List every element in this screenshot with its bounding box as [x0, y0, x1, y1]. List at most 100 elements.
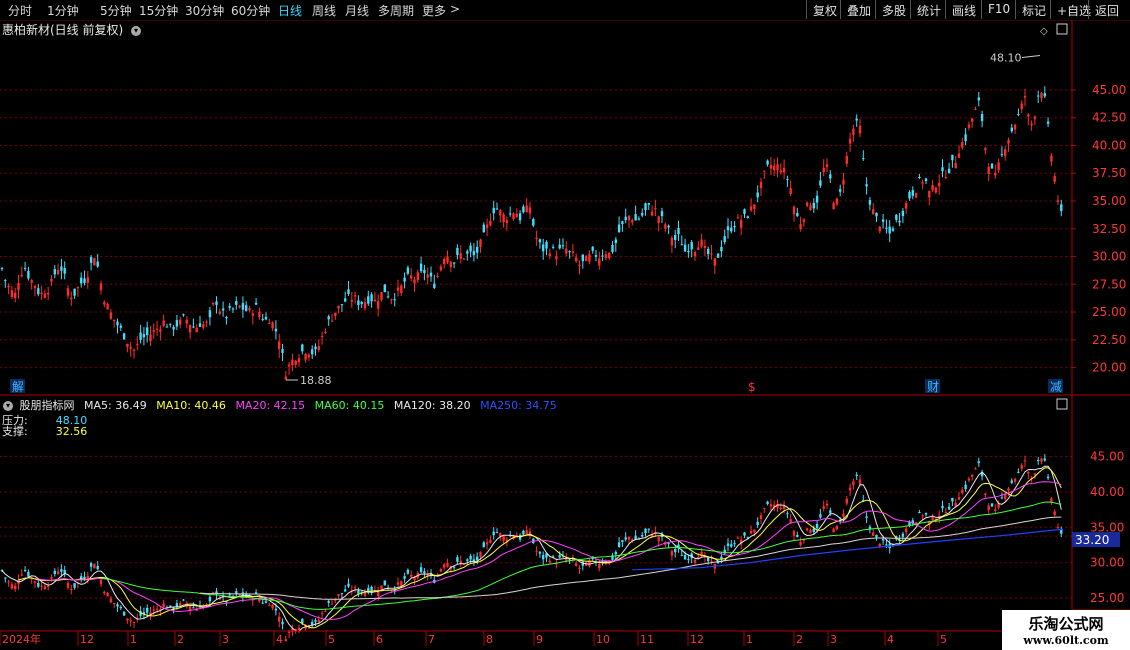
ind-candle	[987, 505, 990, 511]
ind-candle	[614, 551, 617, 555]
main-candle	[271, 322, 274, 329]
main-candle	[954, 162, 957, 169]
main-candle	[505, 220, 509, 224]
back-button[interactable]: 返回	[1088, 0, 1125, 19]
main-candle	[479, 239, 482, 248]
main-candle	[515, 213, 518, 218]
main-candle	[773, 165, 776, 170]
main-candle	[1033, 116, 1037, 120]
ind-candle	[641, 534, 644, 537]
overlay-button[interactable]: 叠加	[840, 0, 877, 19]
ind-candle	[350, 590, 353, 592]
main-candle	[443, 259, 446, 265]
ind-candle	[146, 607, 149, 613]
ind-candle	[383, 580, 386, 586]
statistics-button[interactable]: 统计	[910, 0, 947, 19]
ind-y-tick-label: 40.00	[1090, 485, 1124, 499]
ind-candle	[1030, 477, 1033, 480]
ind-candle	[479, 551, 482, 557]
ma120-line	[199, 516, 1062, 600]
event-marker-bg	[1048, 379, 1063, 393]
period-tab-15min[interactable]: 15分钟	[139, 2, 178, 19]
period-tab-60min[interactable]: 60分钟	[231, 2, 270, 19]
main-candle	[96, 261, 99, 267]
main-candle	[192, 326, 195, 328]
main-candle	[716, 253, 720, 258]
ind-candle	[951, 497, 954, 502]
restore-rights-button[interactable]: 复权	[806, 0, 843, 19]
main-candle	[396, 287, 400, 291]
multi-stock-button[interactable]: 多股	[875, 0, 912, 19]
main-candle	[142, 334, 146, 338]
period-tab-1min[interactable]: 1分钟	[47, 2, 79, 19]
ind-candle	[390, 590, 393, 592]
main-candle	[139, 332, 142, 340]
ind-candle	[357, 590, 360, 594]
diamond-icon: ◇	[1040, 26, 1048, 37]
chevron-right-icon[interactable]: >	[450, 2, 460, 16]
event-marker-0: 解	[12, 380, 24, 394]
main-candle	[680, 244, 683, 246]
ind-candle	[27, 571, 30, 577]
site-watermark: 乐淘公式网 www.60lt.com	[1002, 610, 1130, 650]
mark-button[interactable]: 标记	[1015, 0, 1052, 19]
main-candle	[281, 349, 284, 353]
ind-candle	[974, 468, 977, 470]
ind-candle	[499, 533, 502, 537]
indicator-legend: ▾ 股朋指标网 MA5: 36.49 MA10: 40.46 MA20: 42.…	[0, 397, 563, 413]
ind-candle	[198, 605, 202, 608]
f10-button[interactable]: F10	[981, 0, 1016, 19]
period-tab-30min[interactable]: 30分钟	[185, 2, 224, 19]
main-candle	[472, 251, 476, 256]
period-tab-intraday[interactable]: 分时	[8, 2, 32, 19]
kline-chart[interactable]: 45.00 42.50 40.00 37.50 35.00 32.50 30.00 27.50…	[0, 0, 1130, 650]
ind-candle	[512, 535, 515, 539]
x-axis-label: 2	[177, 633, 184, 646]
ind-candle	[320, 613, 324, 615]
main-candle	[740, 220, 743, 228]
ind-candle	[683, 555, 687, 560]
chevron-down-icon[interactable]: ▾	[131, 25, 142, 36]
main-candle	[103, 302, 106, 305]
period-tab-monthly[interactable]: 月线	[345, 2, 369, 19]
ind-candle	[518, 535, 522, 540]
ind-candle	[386, 588, 390, 590]
high-label: 48.10	[990, 52, 1022, 65]
period-tab-5min[interactable]: 5分钟	[100, 2, 132, 19]
event-marker-3: 减	[1050, 380, 1062, 394]
main-candle	[410, 275, 413, 279]
main-candle	[664, 224, 667, 229]
main-candle	[17, 283, 20, 291]
main-candle	[113, 319, 116, 322]
main-candle	[980, 114, 984, 122]
chevron-down-icon[interactable]: ▾	[3, 401, 13, 411]
x-axis-label: 5	[940, 633, 947, 646]
ind-candle	[86, 575, 89, 580]
main-candle	[819, 180, 822, 186]
main-candle	[499, 210, 502, 216]
ind-candle	[291, 628, 294, 632]
x-axis-label: 6	[376, 633, 383, 646]
ind-candle	[697, 556, 700, 559]
x-axis-label: 5	[328, 633, 335, 646]
main-candle	[647, 203, 650, 205]
main-candle	[746, 216, 749, 219]
period-tab-multi[interactable]: 多周期	[378, 2, 414, 19]
ma60-line	[100, 501, 1062, 610]
main-candle	[449, 261, 452, 267]
support-label: 支撑:	[2, 425, 28, 438]
period-tab-daily[interactable]: 日线	[278, 2, 302, 19]
main-candle	[571, 251, 575, 253]
main-candle	[47, 292, 50, 295]
draw-line-button[interactable]: 画线	[945, 0, 982, 19]
period-tab-more[interactable]: 更多	[422, 2, 446, 19]
main-candle	[756, 192, 759, 198]
ind-candle	[542, 555, 545, 560]
ind-candle	[611, 555, 614, 560]
ind-candle	[205, 604, 208, 606]
ind-candle	[152, 609, 155, 611]
main-candle	[400, 285, 403, 294]
ind-candle	[743, 532, 746, 536]
ma250-line	[631, 528, 1064, 571]
period-tab-weekly[interactable]: 周线	[312, 2, 336, 19]
